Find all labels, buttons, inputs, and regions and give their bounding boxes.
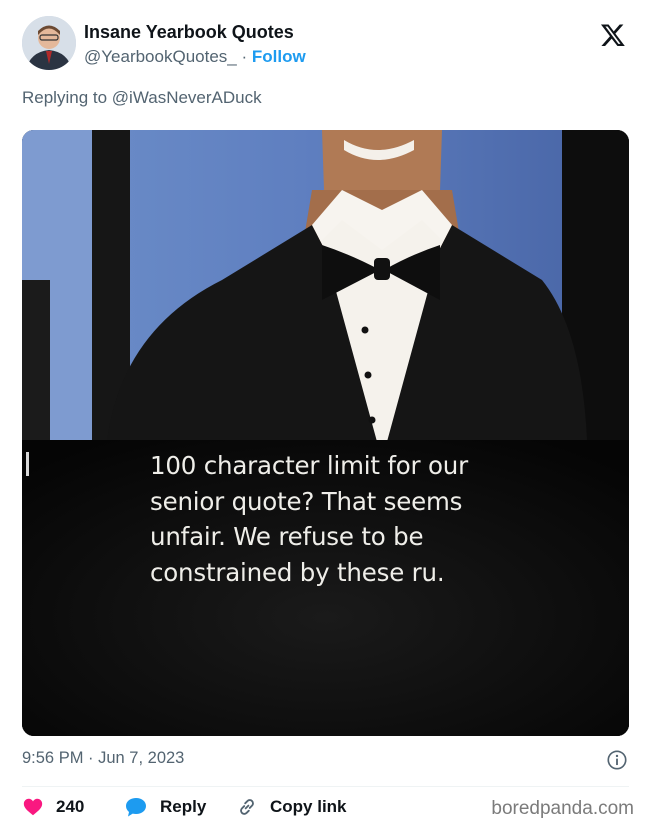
like-count: 240 — [56, 797, 85, 816]
yearbook-photo — [22, 130, 629, 736]
speech-bubble-icon — [126, 798, 146, 817]
follow-button[interactable]: Follow — [252, 47, 306, 66]
caption-line: 100 character limit for our — [150, 451, 469, 480]
reply-button[interactable]: Reply — [124, 796, 206, 818]
like-button[interactable]: 240 — [22, 796, 84, 818]
tweet-image[interactable]: 100 character limit for our senior quote… — [22, 130, 629, 736]
reply-label: Reply — [160, 797, 207, 816]
replying-prefix: Replying to — [22, 88, 108, 107]
x-logo-icon[interactable] — [600, 22, 626, 48]
link-icon — [240, 799, 254, 815]
caption-line: senior quote? That seems — [150, 486, 463, 516]
author-avatar[interactable] — [22, 16, 76, 70]
separator-dot: · — [241, 47, 248, 66]
divider — [22, 786, 629, 787]
author-name[interactable]: Insane Yearbook Quotes — [84, 22, 294, 43]
tweet-header: Insane Yearbook Quotes @YearbookQuotes_ … — [22, 16, 632, 76]
watermark: boredpanda.com — [491, 798, 634, 819]
caption-line: constrained by these ru. — [150, 557, 445, 587]
replying-to: Replying to @iWasNeverADuck — [22, 88, 262, 108]
heart-icon — [23, 798, 43, 816]
tweet-card: Insane Yearbook Quotes @YearbookQuotes_ … — [0, 0, 650, 833]
caption-line: unfair. We refuse to be — [150, 522, 424, 552]
author-handle-line: @YearbookQuotes_ · Follow — [84, 47, 306, 67]
author-handle[interactable]: @YearbookQuotes_ — [84, 47, 237, 66]
image-caption: 100 character limit for our senior quote… — [150, 448, 530, 590]
info-icon[interactable] — [606, 749, 628, 771]
copy-link-label: Copy link — [270, 797, 347, 816]
tweet-timestamp[interactable]: 9:56 PM · Jun 7, 2023 — [22, 749, 184, 768]
copy-link-button[interactable]: Copy link — [236, 796, 347, 818]
replying-mention[interactable]: @iWasNeverADuck — [112, 88, 262, 107]
